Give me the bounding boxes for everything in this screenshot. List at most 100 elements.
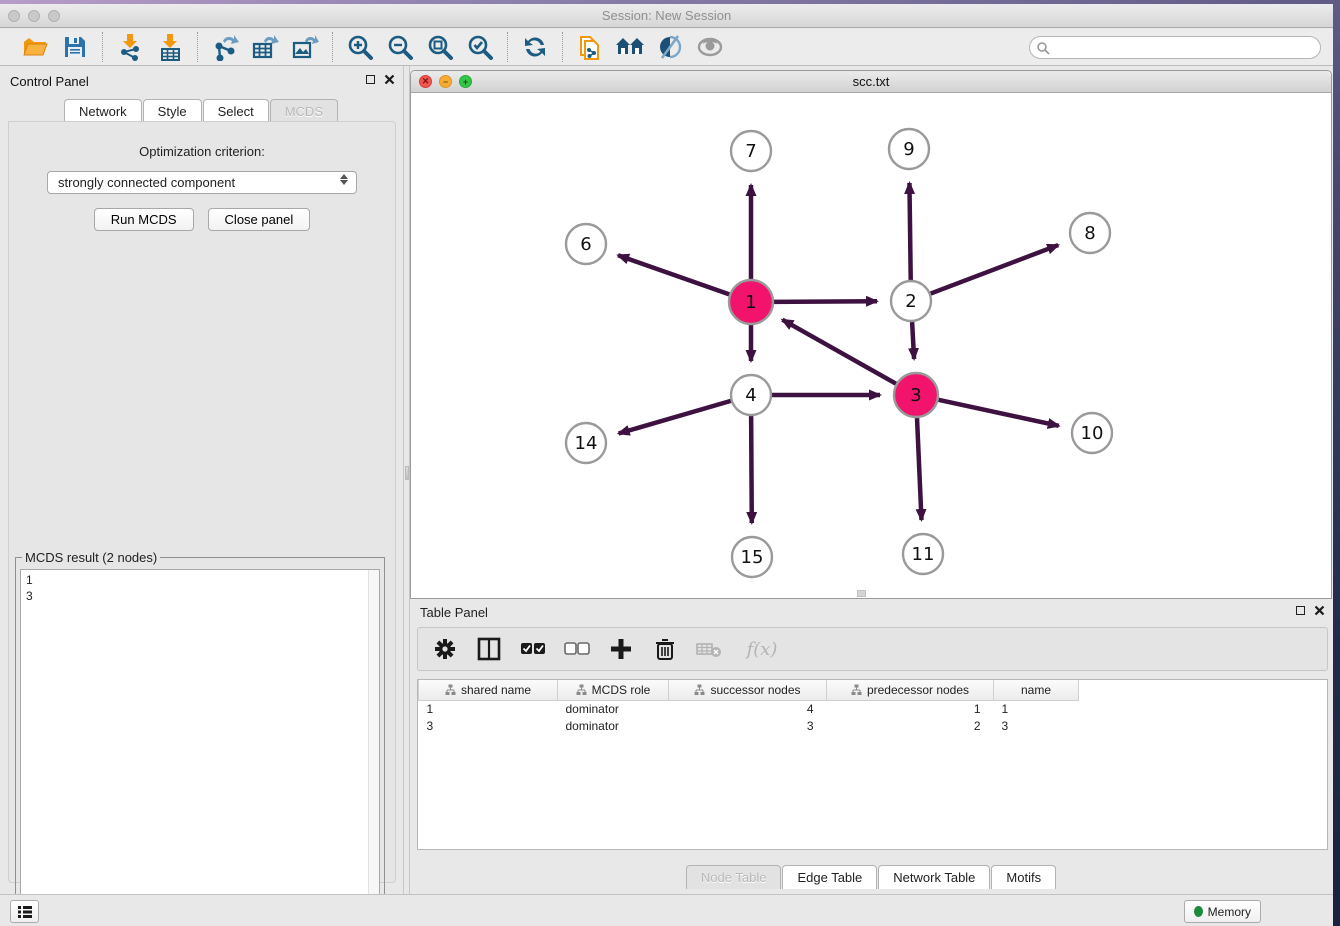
export-network-button[interactable]: [208, 32, 242, 62]
graph-edge[interactable]: [909, 183, 910, 280]
network-window[interactable]: ✕ − + scc.txt 7 9 6 8 1 2 4 3 14 10 15 11: [410, 70, 1332, 599]
column-header[interactable]: name: [994, 680, 1079, 700]
delete-table-button[interactable]: [696, 636, 722, 662]
tab-style[interactable]: Style: [143, 99, 202, 123]
vizmap-button[interactable]: [653, 32, 687, 62]
zoom-selected-button[interactable]: [463, 32, 497, 62]
search-box[interactable]: [1029, 36, 1321, 59]
duplicate-network-button[interactable]: [573, 32, 607, 62]
graph-node[interactable]: 4: [731, 375, 771, 415]
unselect-all-button[interactable]: [564, 636, 590, 662]
plus-icon: [610, 638, 632, 660]
close-table-panel-icon[interactable]: [1314, 605, 1325, 616]
function-builder-button[interactable]: f(x): [740, 636, 784, 662]
graph-node[interactable]: 6: [566, 224, 606, 264]
toggle-columns-button[interactable]: [476, 636, 502, 662]
table-toolbar: f(x): [417, 627, 1328, 671]
graph-node[interactable]: 14: [566, 423, 606, 463]
export-table-button[interactable]: [248, 32, 282, 62]
export-network-icon: [211, 33, 239, 61]
tab-mcds[interactable]: MCDS: [270, 99, 338, 123]
graph-edge[interactable]: [618, 255, 729, 294]
table-cell[interactable]: 3: [669, 717, 827, 734]
tab-network-table[interactable]: Network Table: [878, 865, 990, 889]
graph-edge[interactable]: [938, 400, 1058, 426]
float-table-panel-icon[interactable]: [1296, 606, 1305, 615]
ndex-home-button[interactable]: [613, 32, 647, 62]
graph-node[interactable]: 15: [732, 537, 772, 577]
task-history-button[interactable]: [10, 900, 39, 923]
result-scrollbar[interactable]: [368, 570, 379, 922]
tab-node-table[interactable]: Node Table: [686, 865, 782, 889]
table-cell[interactable]: 2: [827, 717, 994, 734]
criterion-select[interactable]: strongly connected component: [47, 171, 357, 194]
graph-node[interactable]: 1: [729, 280, 773, 324]
graph-node[interactable]: 8: [1070, 213, 1110, 253]
network-window-titlebar[interactable]: ✕ − + scc.txt: [411, 71, 1331, 93]
graph-node[interactable]: 2: [891, 281, 931, 321]
graph-node-label: 4: [745, 385, 756, 406]
delete-row-button[interactable]: [652, 636, 678, 662]
column-header[interactable]: shared name: [419, 680, 558, 700]
save-session-button[interactable]: [58, 32, 92, 62]
graph-node[interactable]: 10: [1072, 413, 1112, 453]
tab-motifs[interactable]: Motifs: [991, 865, 1056, 889]
tab-network[interactable]: Network: [64, 99, 142, 123]
node-table[interactable]: shared nameMCDS rolesuccessor nodesprede…: [417, 679, 1328, 850]
table-cell[interactable]: 1: [827, 700, 994, 717]
graph-edge[interactable]: [782, 320, 896, 384]
graph-node[interactable]: 9: [889, 129, 929, 169]
zoom-fit-icon: [427, 34, 454, 61]
tab-select[interactable]: Select: [203, 99, 269, 123]
import-table-button[interactable]: [153, 32, 187, 62]
status-bar: Memory: [0, 894, 1333, 926]
add-row-button[interactable]: [608, 636, 634, 662]
close-panel-button[interactable]: Close panel: [208, 208, 311, 231]
open-session-button[interactable]: [18, 32, 52, 62]
memory-button[interactable]: Memory: [1184, 900, 1261, 923]
graph-edge[interactable]: [774, 301, 877, 302]
splitter-grip-icon[interactable]: [405, 466, 409, 480]
zoom-out-button[interactable]: [383, 32, 417, 62]
graph-node[interactable]: 7: [731, 131, 771, 171]
table-cell[interactable]: 3: [994, 717, 1079, 734]
network-canvas[interactable]: 7 9 6 8 1 2 4 3 14 10 15 11: [411, 93, 1331, 598]
graph-edge[interactable]: [619, 401, 731, 434]
graph-node-label: 10: [1081, 423, 1104, 444]
mcds-result-text[interactable]: 1 3: [20, 569, 380, 923]
run-mcds-button[interactable]: Run MCDS: [94, 208, 194, 231]
table-cell[interactable]: 1: [419, 700, 558, 717]
graph-edge[interactable]: [751, 416, 752, 523]
column-header[interactable]: predecessor nodes: [827, 680, 994, 700]
graph-edge[interactable]: [912, 322, 914, 359]
graph-edge[interactable]: [917, 418, 921, 520]
zoom-in-button[interactable]: [343, 32, 377, 62]
float-panel-icon[interactable]: [366, 75, 375, 84]
table-cell[interactable]: 4: [669, 700, 827, 717]
select-all-button[interactable]: [520, 636, 546, 662]
table-cell[interactable]: dominator: [558, 700, 669, 717]
tab-edge-table[interactable]: Edge Table: [782, 865, 877, 889]
import-network-button[interactable]: [113, 32, 147, 62]
table-row[interactable]: 3dominator323: [419, 717, 1079, 734]
column-header[interactable]: successor nodes: [669, 680, 827, 700]
table-cell[interactable]: 1: [994, 700, 1079, 717]
save-floppy-icon: [63, 35, 87, 59]
graph-edge[interactable]: [931, 245, 1059, 293]
table-settings-button[interactable]: [432, 636, 458, 662]
app-titlebar[interactable]: Session: New Session: [0, 4, 1333, 28]
table-cell[interactable]: 3: [419, 717, 558, 734]
table-cell[interactable]: dominator: [558, 717, 669, 734]
export-image-button[interactable]: [288, 32, 322, 62]
table-row[interactable]: 1dominator411: [419, 700, 1079, 717]
graph-node[interactable]: 11: [903, 534, 943, 574]
canvas-scroll-handle[interactable]: [857, 590, 866, 597]
close-panel-icon[interactable]: [384, 74, 395, 85]
column-header[interactable]: MCDS role: [558, 680, 669, 700]
refresh-view-button[interactable]: [518, 32, 552, 62]
graph-node[interactable]: 3: [894, 373, 938, 417]
panel-splitter[interactable]: [403, 66, 410, 898]
hide-panels-button[interactable]: [693, 32, 727, 62]
search-input[interactable]: [1050, 41, 1320, 55]
zoom-fit-button[interactable]: [423, 32, 457, 62]
